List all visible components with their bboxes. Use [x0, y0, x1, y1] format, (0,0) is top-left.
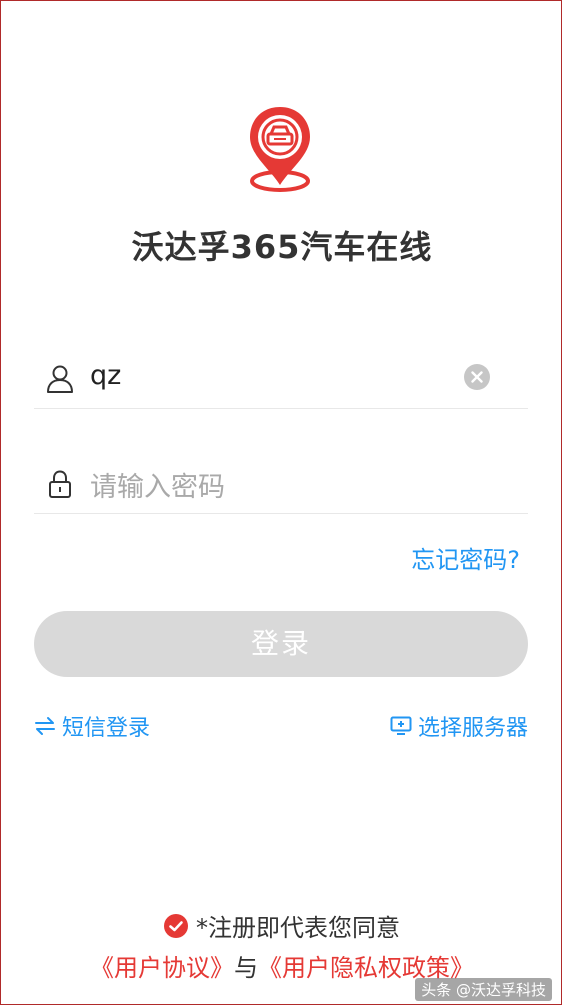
agreement-row: *注册即代表您同意: [0, 908, 564, 943]
lock-icon: [49, 470, 71, 498]
user-icon: [47, 365, 73, 393]
select-server-label: 选择服务器: [417, 716, 528, 741]
forgot-password-link[interactable]: 忘记密码?: [411, 540, 520, 575]
clear-icon: [471, 371, 483, 383]
sms-login-link[interactable]: 短信登录: [34, 710, 150, 742]
watermark: 头条 @沃达孚科技: [415, 978, 552, 1001]
swap-arrows-icon: [35, 717, 55, 735]
clear-username-button[interactable]: [464, 364, 490, 390]
sms-login-label: 短信登录: [62, 716, 151, 741]
app-title: 沃达孚365汽车在线: [131, 228, 433, 266]
agreement-text: *注册即代表您同意: [196, 914, 400, 942]
username-input[interactable]: qz: [90, 360, 121, 391]
car-location-pin-icon: [250, 107, 310, 192]
agreement-checkbox[interactable]: [164, 913, 188, 938]
user-agreement-link[interactable]: 《用户协议》: [90, 954, 234, 982]
username-field[interactable]: qz: [34, 348, 528, 409]
login-button[interactable]: 登录: [34, 611, 528, 677]
password-field[interactable]: 请输入密码: [34, 453, 528, 514]
select-server-link[interactable]: 选择服务器: [390, 710, 528, 742]
monitor-icon: [390, 716, 412, 735]
check-circle-icon: [169, 920, 183, 931]
password-input[interactable]: 请输入密码: [90, 465, 225, 504]
and-text: 与: [234, 954, 258, 982]
